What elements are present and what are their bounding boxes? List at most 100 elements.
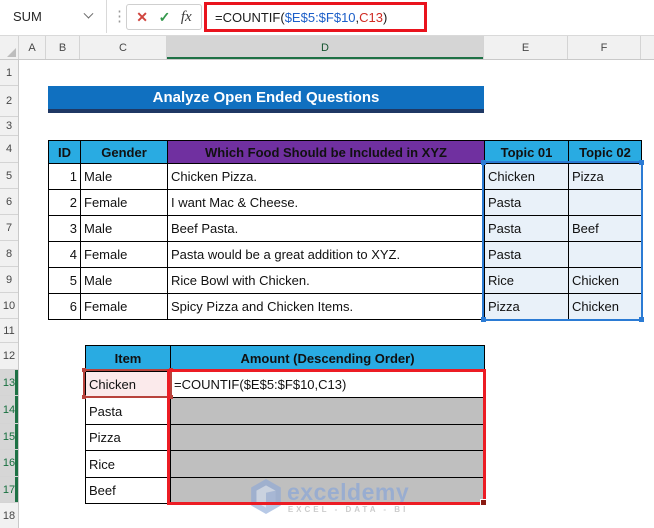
survey-row: 1 Male Chicken Pizza. Chicken Pizza xyxy=(48,163,642,190)
formula-annotation-box: =COUNTIF($E$5:$F$10,C13) xyxy=(204,2,427,32)
watermark-brand: exceldemy xyxy=(287,478,410,505)
column-header-b[interactable]: B xyxy=(46,36,80,59)
cell-gender[interactable]: Male xyxy=(80,267,168,294)
cell-topic2[interactable]: Beef xyxy=(568,215,642,242)
formula-input[interactable]: =COUNTIF($E$5:$F$10,C13) xyxy=(207,10,387,25)
row-header-5[interactable]: 5 xyxy=(0,163,18,189)
result-row: Chicken =COUNTIF($E$5:$F$10,C13) xyxy=(85,371,485,398)
cell-amount-empty[interactable] xyxy=(170,397,485,425)
cell-question[interactable]: Beef Pasta. xyxy=(167,215,485,242)
row-header-12[interactable]: 12 xyxy=(0,343,18,370)
result-row: Rice xyxy=(85,450,485,478)
row-header-10[interactable]: 10 xyxy=(0,293,18,319)
select-all-corner[interactable] xyxy=(0,36,19,59)
title-banner-text: Analyze Open Ended Questions xyxy=(152,89,380,106)
survey-row: 5 Male Rice Bowl with Chicken. Rice Chic… xyxy=(48,267,642,294)
cell-topic2[interactable]: Chicken xyxy=(568,293,642,320)
select-all-triangle-icon xyxy=(7,48,16,57)
name-box[interactable]: SUM xyxy=(0,0,107,33)
cell-topic2[interactable] xyxy=(568,241,642,268)
title-banner[interactable]: Analyze Open Ended Questions xyxy=(48,86,484,113)
cell-gender[interactable]: Male xyxy=(80,163,168,190)
column-header-c[interactable]: C xyxy=(80,36,167,59)
row-header-4[interactable]: 4 xyxy=(0,136,18,163)
survey-header-topic1[interactable]: Topic 01 xyxy=(484,140,569,164)
excel-window: SUM ⋮ ✕ ✓ fx =COUNTIF($E$5:$F$10,C13) A … xyxy=(0,0,654,528)
cell-question[interactable]: Chicken Pizza. xyxy=(167,163,485,190)
formula-bar-separator-dots: ⋮ xyxy=(112,8,127,25)
result-header-amount[interactable]: Amount (Descending Order) xyxy=(170,345,485,372)
result-row: Pasta xyxy=(85,397,485,425)
cell-topic2[interactable] xyxy=(568,189,642,216)
column-header-strip: A B C D E F xyxy=(0,36,654,60)
column-header-d[interactable]: D xyxy=(167,36,484,59)
cell-id[interactable]: 6 xyxy=(48,293,81,320)
enter-icon[interactable]: ✓ xyxy=(159,9,171,26)
cell-topic1[interactable]: Rice xyxy=(484,267,569,294)
row-header-15[interactable]: 15 xyxy=(0,424,18,450)
watermark-tagline: EXCEL - DATA - BI xyxy=(287,504,409,514)
row-header-13[interactable]: 13 xyxy=(0,370,18,396)
survey-header-topic2[interactable]: Topic 02 xyxy=(568,140,642,164)
cell-id[interactable]: 4 xyxy=(48,241,81,268)
cell-formula-editing[interactable]: =COUNTIF($E$5:$F$10,C13) xyxy=(170,371,485,398)
cell-topic2[interactable]: Chicken xyxy=(568,267,642,294)
column-header-f[interactable]: F xyxy=(568,36,641,59)
survey-header-id[interactable]: ID xyxy=(48,140,81,164)
cell-topic1[interactable]: Pasta xyxy=(484,189,569,216)
cell-question[interactable]: Pasta would be a great addition to XYZ. xyxy=(167,241,485,268)
name-box-value[interactable]: SUM xyxy=(0,9,85,24)
cell-topic1[interactable]: Pasta xyxy=(484,215,569,242)
cell-topic1[interactable]: Pizza xyxy=(484,293,569,320)
formula-button-group: ✕ ✓ fx xyxy=(126,4,202,30)
row-header-11[interactable]: 11 xyxy=(0,319,18,343)
cell-item-pasta[interactable]: Pasta xyxy=(85,397,171,425)
survey-header-question[interactable]: Which Food Should be Included in XYZ xyxy=(167,140,485,164)
insert-function-icon[interactable]: fx xyxy=(181,9,192,26)
cell-topic1[interactable]: Pasta xyxy=(484,241,569,268)
result-row: Pizza xyxy=(85,424,485,451)
row-header-7[interactable]: 7 xyxy=(0,215,18,241)
cell-gender[interactable]: Female xyxy=(80,241,168,268)
cell-id[interactable]: 5 xyxy=(48,267,81,294)
cell-gender[interactable]: Female xyxy=(80,189,168,216)
row-header-8[interactable]: 8 xyxy=(0,241,18,267)
cell-id[interactable]: 1 xyxy=(48,163,81,190)
fill-handle[interactable] xyxy=(480,499,487,506)
row-header-17[interactable]: 17 xyxy=(0,477,18,503)
formula-ref-token: C13 xyxy=(359,9,384,25)
cell-id[interactable]: 2 xyxy=(48,189,81,216)
row-header-14[interactable]: 14 xyxy=(0,396,18,424)
survey-row: 4 Female Pasta would be a great addition… xyxy=(48,241,642,268)
row-header-9[interactable]: 9 xyxy=(0,267,18,293)
cell-item-pizza[interactable]: Pizza xyxy=(85,424,171,451)
cancel-icon[interactable]: ✕ xyxy=(136,9,148,26)
cell-question[interactable]: I want Mac & Cheese. xyxy=(167,189,485,216)
survey-header-gender[interactable]: Gender xyxy=(80,140,168,164)
column-header-a[interactable]: A xyxy=(19,36,46,59)
row-header-1[interactable]: 1 xyxy=(0,60,18,86)
column-header-e[interactable]: E xyxy=(484,36,568,59)
survey-row: 3 Male Beef Pasta. Pasta Beef xyxy=(48,215,642,242)
cell-id[interactable]: 3 xyxy=(48,215,81,242)
formula-bar: SUM ⋮ ✕ ✓ fx =COUNTIF($E$5:$F$10,C13) xyxy=(0,0,654,36)
cell-item-chicken[interactable]: Chicken xyxy=(85,371,171,398)
row-header-3[interactable]: 3 xyxy=(0,117,18,136)
cell-question[interactable]: Spicy Pizza and Chicken Items. xyxy=(167,293,485,320)
cell-gender[interactable]: Female xyxy=(80,293,168,320)
cell-item-rice[interactable]: Rice xyxy=(85,450,171,478)
row-header-2[interactable]: 2 xyxy=(0,86,18,117)
cell-question[interactable]: Rice Bowl with Chicken. xyxy=(167,267,485,294)
cell-item-beef[interactable]: Beef xyxy=(85,477,171,504)
cell-gender[interactable]: Male xyxy=(80,215,168,242)
chevron-down-icon[interactable] xyxy=(83,8,94,19)
cell-amount-empty[interactable] xyxy=(170,424,485,451)
cell-topic2[interactable]: Pizza xyxy=(568,163,642,190)
cell-amount-empty[interactable] xyxy=(170,450,485,478)
result-header-item[interactable]: Item xyxy=(85,345,171,372)
cell-topic1[interactable]: Chicken xyxy=(484,163,569,190)
row-header-16[interactable]: 16 xyxy=(0,450,18,477)
row-header-18[interactable]: 18 xyxy=(0,503,18,528)
formula-range-token: $E$5:$F$10 xyxy=(284,9,356,25)
row-header-6[interactable]: 6 xyxy=(0,189,18,215)
